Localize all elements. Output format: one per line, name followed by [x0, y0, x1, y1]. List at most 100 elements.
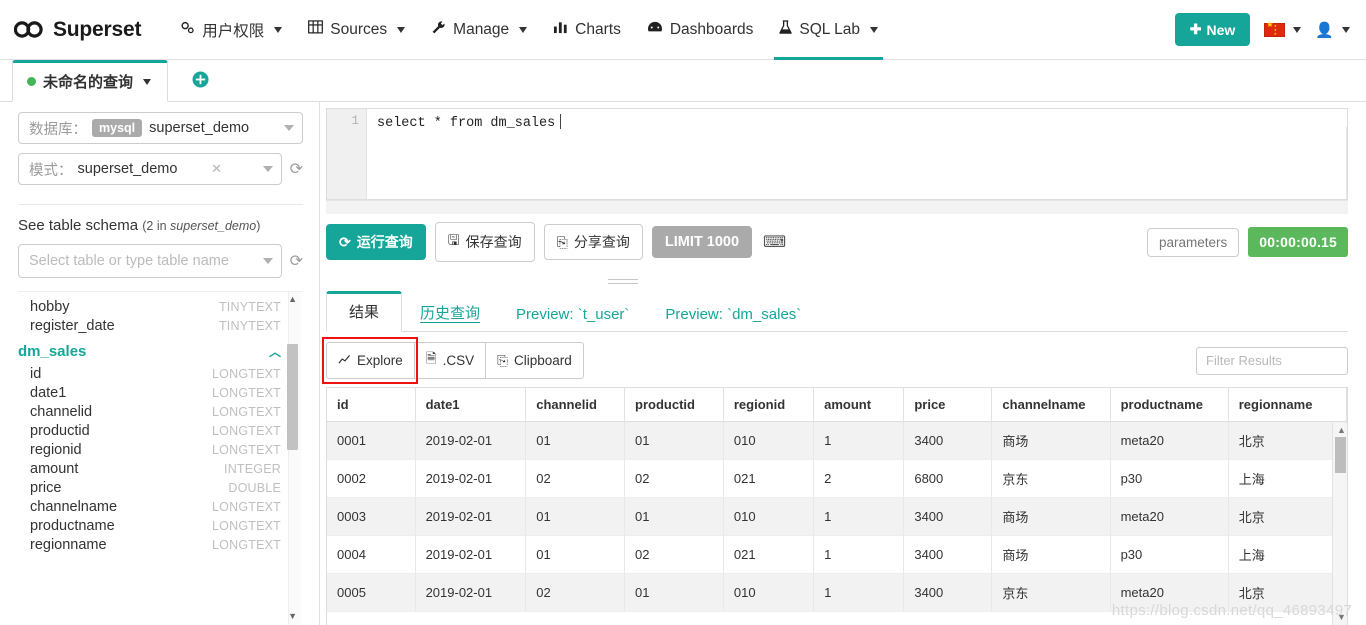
close-icon[interactable]: ✕: [211, 161, 222, 177]
table-row: 0001 2019-02-01 01 01 010 1 3400 商场 meta…: [327, 421, 1347, 460]
column-header[interactable]: date1: [415, 388, 527, 422]
database-selector-row: 数据库： mysql superset_demo: [18, 112, 303, 144]
language-selector[interactable]: [1264, 21, 1302, 37]
flask-icon: [779, 19, 793, 40]
tab-label: Preview: `t_user`: [516, 306, 630, 323]
sql-editor[interactable]: 1 select * from dm_sales: [326, 108, 1348, 200]
refresh-tables-icon[interactable]: ⟳: [290, 251, 303, 271]
refresh-schema-icon[interactable]: ⟳: [290, 159, 303, 179]
superset-logo[interactable]: Superset: [14, 18, 141, 42]
column-name: date1: [30, 385, 67, 401]
scroll-up-icon[interactable]: ▲: [1337, 425, 1346, 435]
download-csv-button[interactable]: 🗎 .CSV: [413, 342, 487, 379]
database-select[interactable]: 数据库： mysql superset_demo: [18, 112, 303, 144]
table-header-row: id date1 channelid productid regionid am…: [327, 388, 1347, 422]
cell: 0003: [327, 497, 416, 536]
line-number: 1: [351, 114, 359, 128]
share-query-button[interactable]: ⎘ 分享查询: [543, 224, 643, 260]
new-button[interactable]: ✚ New: [1174, 13, 1251, 46]
column-header[interactable]: productname: [1110, 388, 1229, 422]
column-type: LONGTEXT: [212, 538, 281, 552]
nav-item-permissions[interactable]: 用户权限: [167, 0, 295, 60]
list-item[interactable]: regionid LONGTEXT: [18, 441, 281, 460]
list-item[interactable]: channelid LONGTEXT: [18, 403, 281, 422]
result-tab-bar: 结果 历史查询 Preview: `t_user` Preview: `dm_s…: [326, 291, 1348, 332]
schema-select[interactable]: 模式： superset_demo ✕: [18, 153, 282, 185]
tab-results[interactable]: 结果: [326, 291, 403, 332]
nav-item-manage[interactable]: Manage: [418, 0, 540, 60]
editor-bottom-strip: [326, 200, 1348, 214]
nav-item-sources[interactable]: Sources: [295, 0, 418, 60]
column-header[interactable]: amount: [813, 388, 905, 422]
list-item[interactable]: price DOUBLE: [18, 479, 281, 498]
column-header[interactable]: channelid: [525, 388, 626, 422]
tab-preview-dm-sales[interactable]: Preview: `dm_sales`: [647, 298, 819, 332]
scroll-up-icon[interactable]: ▲: [288, 294, 297, 304]
tab-query-history[interactable]: 历史查询: [402, 294, 498, 332]
column-name: amount: [30, 461, 79, 477]
cell: 2: [813, 459, 905, 498]
drag-lines-icon: [608, 279, 638, 287]
query-tab-active[interactable]: 未命名的查询: [12, 60, 169, 102]
user-menu[interactable]: 👤: [1315, 21, 1350, 39]
scrollbar-thumb[interactable]: [1335, 437, 1346, 473]
cell: 0005: [327, 573, 416, 612]
column-header[interactable]: regionname: [1228, 388, 1347, 422]
chevron-down-icon: [519, 26, 528, 33]
schema-paren: ): [256, 219, 261, 233]
run-query-button[interactable]: ⟳ 运行查询: [326, 224, 426, 260]
list-item[interactable]: amount INTEGER: [18, 460, 281, 479]
list-item[interactable]: productid LONGTEXT: [18, 422, 281, 441]
add-query-tab-button[interactable]: [192, 71, 209, 91]
parameters-button[interactable]: parameters: [1147, 227, 1240, 257]
list-item[interactable]: channelname LONGTEXT: [18, 498, 281, 517]
list-item[interactable]: register_date TINYTEXT: [18, 317, 281, 336]
schema-value: superset_demo: [77, 161, 178, 177]
schema-selector-row: 模式： superset_demo ✕ ⟳: [18, 153, 303, 185]
nav-item-dashboards[interactable]: Dashboards: [634, 0, 767, 60]
scroll-down-icon[interactable]: ▼: [288, 611, 297, 621]
query-timer-badge: 00:00:00.15: [1248, 227, 1348, 257]
list-item[interactable]: productname LONGTEXT: [18, 517, 281, 536]
explore-button[interactable]: Explore: [326, 342, 415, 379]
list-item[interactable]: id LONGTEXT: [18, 365, 281, 384]
keyboard-icon[interactable]: ⌨: [763, 232, 786, 252]
nav-item-sql-lab[interactable]: SQL Lab: [766, 0, 891, 60]
scroll-down-icon[interactable]: ▼: [1337, 612, 1346, 622]
cell: 上海: [1228, 459, 1347, 498]
nav-label: Charts: [575, 20, 621, 38]
list-item[interactable]: hobby TINYTEXT: [18, 298, 281, 317]
list-item[interactable]: date1 LONGTEXT: [18, 384, 281, 403]
tab-preview-t-user[interactable]: Preview: `t_user`: [498, 298, 647, 332]
list-item[interactable]: regionname LONGTEXT: [18, 536, 281, 555]
cell: 1: [813, 573, 905, 612]
column-list-scrollbar[interactable]: ▲ ▼: [287, 292, 301, 625]
cell: 北京: [1228, 497, 1347, 536]
table-icon: [308, 20, 324, 39]
column-type: LONGTEXT: [212, 443, 281, 457]
editor-inner-border: [1346, 127, 1347, 199]
column-type: DOUBLE: [228, 481, 281, 495]
sql-editor-wrap: 1 select * from dm_sales: [320, 102, 1366, 214]
column-header[interactable]: productid: [624, 388, 724, 422]
column-header[interactable]: channelname: [991, 388, 1111, 422]
table-header-dm-sales[interactable]: dm_sales ︿: [18, 336, 281, 365]
editor-code-area[interactable]: select * from dm_sales: [367, 109, 1347, 199]
cell: 02: [525, 459, 626, 498]
save-query-button[interactable]: 🖫 保存查询: [434, 222, 535, 262]
column-header[interactable]: price: [903, 388, 993, 422]
results-table-scrollbar[interactable]: ▲ ▼: [1332, 423, 1347, 625]
cell: 021: [723, 535, 815, 574]
limit-dropdown[interactable]: LIMIT 1000: [651, 226, 753, 258]
schema-db-name: superset_demo: [170, 219, 257, 233]
cell: meta20: [1110, 497, 1229, 536]
nav-item-charts[interactable]: Charts: [540, 0, 634, 60]
column-header[interactable]: regionid: [723, 388, 815, 422]
cell: 1: [813, 535, 905, 574]
tab-label: 历史查询: [420, 305, 481, 323]
column-header[interactable]: id: [327, 388, 416, 422]
column-type: LONGTEXT: [212, 405, 281, 419]
scrollbar-thumb[interactable]: [287, 344, 298, 450]
copy-clipboard-button[interactable]: ⎘ Clipboard: [485, 342, 584, 379]
filter-results-input[interactable]: Filter Results: [1196, 346, 1348, 375]
